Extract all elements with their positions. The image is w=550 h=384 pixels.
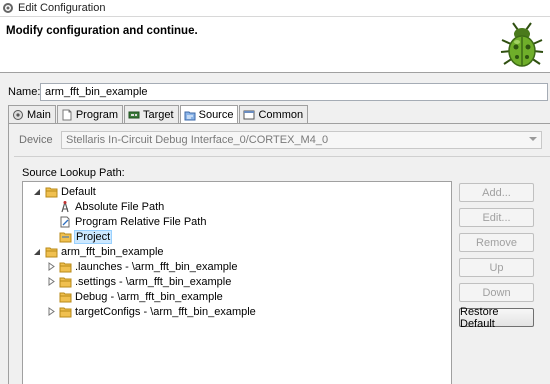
tree-item-project[interactable]: Project — [59, 229, 113, 244]
absolute-path-icon — [61, 200, 69, 212]
tree-item-label: Absolute File Path — [75, 200, 165, 213]
name-label: Name: — [8, 86, 41, 98]
configuration-name-input[interactable] — [40, 83, 548, 101]
tab-common[interactable]: Common — [239, 105, 309, 123]
tree-item-program-relative-file-path[interactable]: Program Relative File Path — [59, 214, 206, 229]
gear-icon — [3, 3, 13, 13]
tab-source[interactable]: Source — [179, 105, 239, 123]
tab-source-label: Source — [198, 108, 234, 121]
tab-program[interactable]: Program — [56, 105, 124, 123]
add-button[interactable]: Add... — [459, 183, 534, 202]
device-label: Device — [19, 134, 53, 146]
device-select-value: Stellaris In-Circuit Debug Interface_0/C… — [66, 134, 329, 146]
tree-item-default[interactable]: Default — [33, 184, 96, 199]
project-folder-icon — [59, 232, 72, 242]
expanded-arrow-icon — [34, 189, 40, 195]
tree-item-debug[interactable]: Debug - \arm_fft_bin_example — [59, 289, 223, 304]
collapsed-arrow-icon — [48, 262, 55, 271]
tree-item-label: Project — [73, 229, 113, 244]
tree-item-label: .launches - \arm_fft_bin_example — [75, 260, 238, 273]
folder-icon — [45, 187, 58, 197]
main-tab-icon — [13, 109, 23, 120]
window-title-bar: Edit Configuration — [0, 0, 550, 17]
tab-program-label: Program — [75, 108, 119, 121]
folder-icon — [59, 307, 72, 317]
source-lookup-tree[interactable]: Default Absolute File Path Program Relat… — [22, 181, 452, 384]
program-page-icon — [62, 109, 72, 120]
target-board-icon — [128, 111, 140, 118]
edit-button[interactable]: Edit... — [459, 208, 534, 227]
chevron-down-icon — [529, 137, 537, 141]
folder-icon — [59, 292, 72, 302]
tree-item-label: arm_fft_bin_example — [61, 245, 164, 258]
source-lookup-label: Source Lookup Path: — [22, 167, 125, 179]
dialog-heading: Modify configuration and continue. — [6, 25, 198, 37]
folder-icon — [45, 247, 58, 257]
tab-bar: Main Program Target Source Common — [8, 105, 309, 123]
tree-item-label: Default — [61, 185, 96, 198]
common-window-icon — [243, 110, 255, 119]
collapsed-arrow-icon — [48, 277, 55, 286]
remove-button[interactable]: Remove — [459, 233, 534, 252]
expanded-arrow-icon — [34, 249, 40, 255]
up-button[interactable]: Up — [459, 258, 534, 277]
down-button[interactable]: Down — [459, 283, 534, 302]
tree-item-label: Program Relative File Path — [75, 215, 207, 228]
tab-target[interactable]: Target — [124, 105, 179, 123]
folder-icon — [59, 277, 72, 287]
folder-icon — [59, 262, 72, 272]
tree-item-label: targetConfigs - \arm_fft_bin_example — [75, 305, 256, 318]
separator — [14, 156, 550, 157]
relative-path-icon — [60, 216, 70, 227]
tree-item-targetconfigs[interactable]: targetConfigs - \arm_fft_bin_example — [47, 304, 256, 319]
dialog-header: Modify configuration and continue. — [0, 17, 550, 73]
restore-default-button[interactable]: Restore Default — [459, 306, 534, 330]
debug-bug-icon — [500, 22, 544, 67]
window-title: Edit Configuration — [18, 2, 106, 14]
collapsed-arrow-icon — [48, 307, 55, 316]
tree-item-settings[interactable]: .settings - \arm_fft_bin_example — [47, 274, 231, 289]
tree-item-arm-fft-bin-example[interactable]: arm_fft_bin_example — [33, 244, 164, 259]
tab-main[interactable]: Main — [8, 105, 56, 123]
tree-item-absolute-file-path[interactable]: Absolute File Path — [59, 199, 164, 214]
tree-item-label: Debug - \arm_fft_bin_example — [75, 290, 223, 303]
device-select[interactable]: Stellaris In-Circuit Debug Interface_0/C… — [61, 131, 542, 149]
source-icon — [184, 111, 196, 120]
tab-main-label: Main — [27, 108, 51, 121]
tree-item-launches[interactable]: .launches - \arm_fft_bin_example — [47, 259, 237, 274]
name-row: Name: — [8, 84, 40, 100]
tab-common-label: Common — [258, 108, 304, 121]
tab-target-label: Target — [143, 108, 174, 121]
tree-item-label: .settings - \arm_fft_bin_example — [75, 275, 232, 288]
